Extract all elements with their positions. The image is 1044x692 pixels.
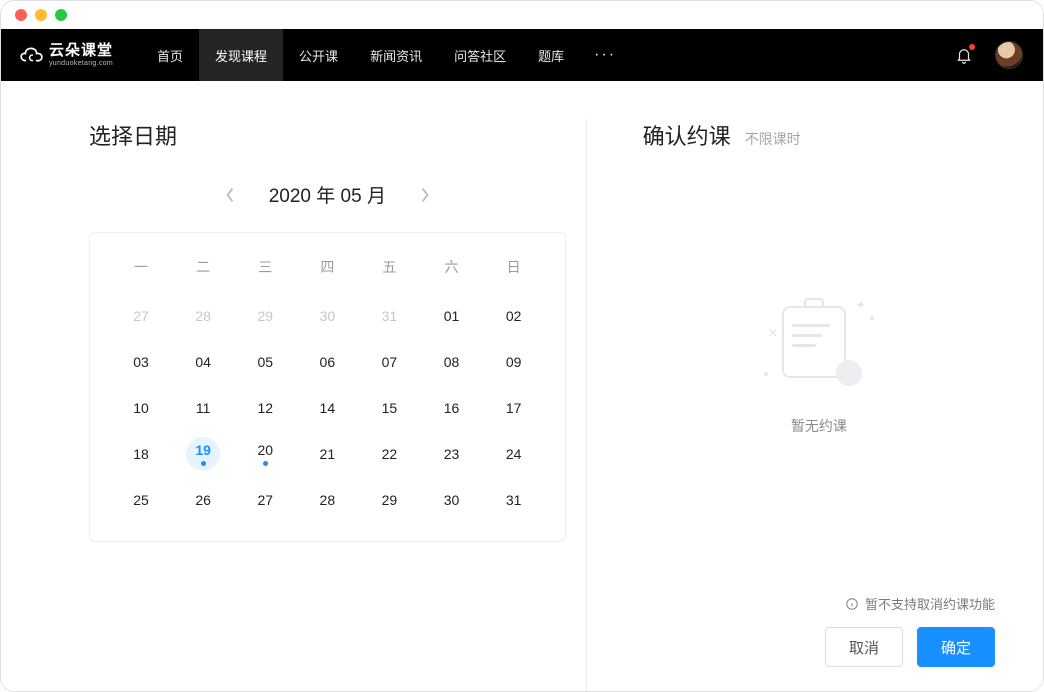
calendar-event-dot xyxy=(263,461,268,466)
calendar-next-button[interactable] xyxy=(414,184,436,206)
cancel-button[interactable]: 取消 xyxy=(825,627,903,667)
calendar-day-07[interactable]: 07 xyxy=(358,339,420,385)
calendar-day-29-out: 29 xyxy=(234,293,296,339)
calendar-day-08[interactable]: 08 xyxy=(420,339,482,385)
notification-badge xyxy=(969,44,975,50)
confirm-button[interactable]: 确定 xyxy=(917,627,995,667)
calendar-weekday-5: 六 xyxy=(420,247,482,293)
calendar-day-03[interactable]: 03 xyxy=(110,339,172,385)
calendar-day-09[interactable]: 09 xyxy=(483,339,545,385)
calendar-day-27[interactable]: 27 xyxy=(234,477,296,523)
nav-item-0[interactable]: 首页 xyxy=(141,29,199,81)
calendar-day-11[interactable]: 11 xyxy=(172,385,234,431)
calendar-day-28[interactable]: 28 xyxy=(296,477,358,523)
calendar-day-30[interactable]: 30 xyxy=(420,477,482,523)
window-minimize-button[interactable] xyxy=(35,9,47,21)
calendar-day-25[interactable]: 25 xyxy=(110,477,172,523)
app-window: 云朵课堂 yunduoketang.com 首页发现课程公开课新闻资讯问答社区题… xyxy=(0,0,1044,692)
calendar-day-04[interactable]: 04 xyxy=(172,339,234,385)
calendar-weekday-2: 三 xyxy=(234,247,296,293)
calendar-weekday-3: 四 xyxy=(296,247,358,293)
calendar-day-12[interactable]: 12 xyxy=(234,385,296,431)
calendar-day-27-out: 27 xyxy=(110,293,172,339)
empty-state: ✕ ✦ 暂无约课 xyxy=(643,131,995,594)
notification-bell-icon[interactable] xyxy=(955,46,973,64)
calendar-day-05[interactable]: 05 xyxy=(234,339,296,385)
nav-item-5[interactable]: 题库 xyxy=(522,29,580,81)
top-nav: 云朵课堂 yunduoketang.com 首页发现课程公开课新闻资讯问答社区题… xyxy=(1,29,1043,81)
window-close-button[interactable] xyxy=(15,9,27,21)
calendar-day-24[interactable]: 24 xyxy=(483,431,545,477)
calendar-day-31[interactable]: 31 xyxy=(483,477,545,523)
empty-state-text: 暂无约课 xyxy=(791,416,847,436)
nav-item-3[interactable]: 新闻资讯 xyxy=(354,29,438,81)
calendar-grid: 一二三四五六日 27282930310102030405060708091011… xyxy=(89,232,566,542)
calendar-day-20[interactable]: 20 xyxy=(234,431,296,477)
empty-clipboard-icon: ✕ ✦ xyxy=(764,290,874,400)
calendar-weekday-6: 日 xyxy=(483,247,545,293)
calendar-weekday-1: 二 xyxy=(172,247,234,293)
nav-more-button[interactable]: ··· xyxy=(580,46,630,64)
calendar-day-28-out: 28 xyxy=(172,293,234,339)
calendar-day-22[interactable]: 22 xyxy=(358,431,420,477)
logo-text: 云朵课堂 xyxy=(49,43,113,58)
date-section-title: 选择日期 xyxy=(89,119,566,151)
calendar-event-dot xyxy=(201,461,206,466)
calendar-day-02[interactable]: 02 xyxy=(483,293,545,339)
date-picker-pane: 选择日期 2020 年 05 月 一二三四五六日 272829303101020… xyxy=(1,119,586,691)
window-zoom-button[interactable] xyxy=(55,9,67,21)
calendar-day-17[interactable]: 17 xyxy=(483,385,545,431)
calendar-day-06[interactable]: 06 xyxy=(296,339,358,385)
nav-item-1[interactable]: 发现课程 xyxy=(199,29,283,81)
window-titlebar xyxy=(1,1,1043,29)
calendar-day-21[interactable]: 21 xyxy=(296,431,358,477)
calendar-day-15[interactable]: 15 xyxy=(358,385,420,431)
footer-note-text: 暂不支持取消约课功能 xyxy=(865,594,995,613)
calendar-weekday-0: 一 xyxy=(110,247,172,293)
user-avatar[interactable] xyxy=(995,41,1023,69)
calendar-day-01[interactable]: 01 xyxy=(420,293,482,339)
logo-subtext: yunduoketang.com xyxy=(49,60,113,67)
calendar-day-30-out: 30 xyxy=(296,293,358,339)
logo-cloud-icon xyxy=(17,45,45,65)
nav-item-2[interactable]: 公开课 xyxy=(283,29,354,81)
calendar-day-18[interactable]: 18 xyxy=(110,431,172,477)
calendar-day-16[interactable]: 16 xyxy=(420,385,482,431)
footer-note: 暂不支持取消约课功能 xyxy=(643,594,995,613)
calendar-weekday-4: 五 xyxy=(358,247,420,293)
calendar-day-29[interactable]: 29 xyxy=(358,477,420,523)
calendar-month-label: 2020 年 05 月 xyxy=(269,181,386,208)
confirm-pane: 确认约课 不限课时 ✕ ✦ 暂无约课 xyxy=(586,119,1043,691)
nav-item-4[interactable]: 问答社区 xyxy=(438,29,522,81)
calendar-day-23[interactable]: 23 xyxy=(420,431,482,477)
calendar-day-31-out: 31 xyxy=(358,293,420,339)
calendar-day-10[interactable]: 10 xyxy=(110,385,172,431)
logo[interactable]: 云朵课堂 yunduoketang.com xyxy=(17,43,113,67)
calendar-day-14[interactable]: 14 xyxy=(296,385,358,431)
calendar-day-19[interactable]: 19 xyxy=(172,431,234,477)
calendar-day-26[interactable]: 26 xyxy=(172,477,234,523)
calendar-prev-button[interactable] xyxy=(219,184,241,206)
info-icon xyxy=(845,597,859,611)
